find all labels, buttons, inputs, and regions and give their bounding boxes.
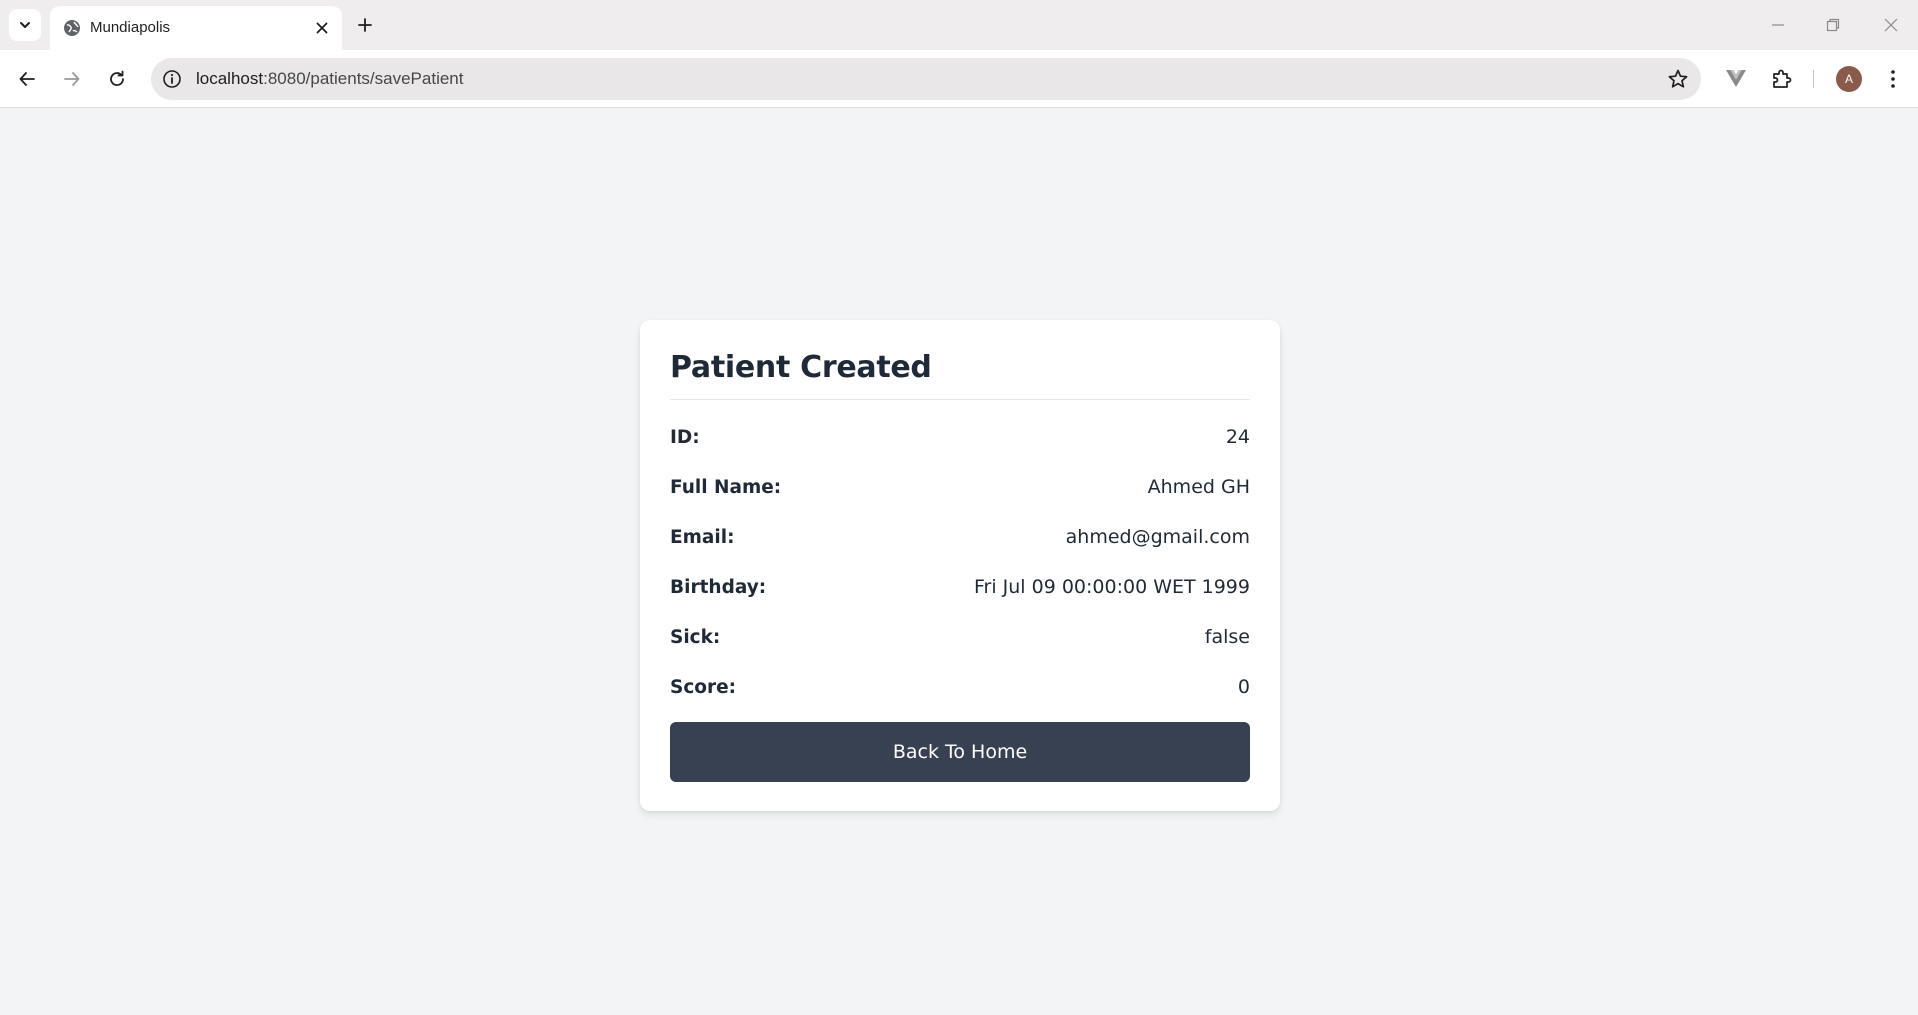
new-tab-button[interactable] (352, 12, 378, 38)
field-row-email: Email: ahmed@gmail.com (670, 522, 1250, 552)
info-icon[interactable] (162, 69, 182, 89)
browser-toolbar: localhost:8080/patients/savePatient A (0, 50, 1918, 108)
back-button[interactable] (11, 63, 43, 95)
kebab-icon (1891, 70, 1895, 88)
url-text[interactable]: localhost:8080/patients/savePatient (196, 69, 463, 89)
field-label: Email: (670, 526, 735, 548)
url-path: :8080/patients/savePatient (263, 69, 464, 88)
field-label: Sick: (670, 626, 721, 648)
field-row-full-name: Full Name: Ahmed GH (670, 472, 1250, 502)
field-row-birthday: Birthday: Fri Jul 09 00:00:00 WET 1999 (670, 572, 1250, 602)
profile-avatar[interactable]: A (1836, 66, 1862, 92)
toolbar-separator (1813, 70, 1814, 88)
patient-created-card: Patient Created ID: 24 Full Name: Ahmed … (640, 320, 1280, 811)
globe-icon (64, 20, 80, 36)
restore-button[interactable] (1818, 10, 1848, 40)
field-row-score: Score: 0 (670, 672, 1250, 702)
close-icon (1884, 18, 1898, 32)
field-value: 24 (1225, 426, 1250, 448)
url-host: localhost (196, 69, 264, 88)
minimize-button[interactable] (1763, 10, 1793, 40)
reload-icon (110, 70, 124, 86)
browser-menu-button[interactable] (1877, 63, 1909, 95)
field-row-sick: Sick: false (670, 622, 1250, 652)
field-label: Score: (670, 676, 737, 698)
field-value: ahmed@gmail.com (1065, 526, 1250, 548)
forward-button[interactable] (56, 63, 88, 95)
title-divider (670, 399, 1250, 400)
field-label: ID: (670, 426, 700, 448)
address-bar[interactable]: localhost:8080/patients/savePatient (151, 58, 1701, 100)
vue-devtools-extension[interactable] (1720, 63, 1752, 95)
tab-search-button[interactable] (9, 9, 41, 41)
tab-close-button[interactable] (312, 18, 332, 38)
field-value: Fri Jul 09 00:00:00 WET 1999 (973, 576, 1250, 598)
plus-icon (358, 18, 372, 32)
arrow-right-icon (64, 72, 80, 86)
field-value: Ahmed GH (1147, 476, 1250, 498)
extensions-button[interactable] (1766, 63, 1798, 95)
field-value: 0 (1237, 676, 1250, 698)
close-window-button[interactable] (1876, 10, 1906, 40)
vue-icon (1726, 70, 1746, 87)
back-to-home-button[interactable]: Back To Home (670, 722, 1250, 782)
tab-title: Mundiapolis (90, 19, 171, 36)
minimize-icon (1772, 24, 1784, 26)
star-icon[interactable] (1667, 68, 1689, 90)
restore-icon (1826, 18, 1840, 32)
field-value: false (1204, 626, 1250, 648)
card-title: Patient Created (670, 350, 932, 385)
field-label: Birthday: (670, 576, 767, 598)
reload-button[interactable] (101, 63, 133, 95)
puzzle-icon (1773, 69, 1792, 88)
arrow-left-icon (19, 72, 35, 86)
field-label: Full Name: (670, 476, 782, 498)
tab-strip: Mundiapolis (0, 0, 1918, 50)
close-icon (316, 22, 328, 34)
active-tab[interactable]: Mundiapolis (50, 6, 342, 50)
field-row-id: ID: 24 (670, 422, 1250, 452)
chevron-down-icon (20, 22, 30, 28)
